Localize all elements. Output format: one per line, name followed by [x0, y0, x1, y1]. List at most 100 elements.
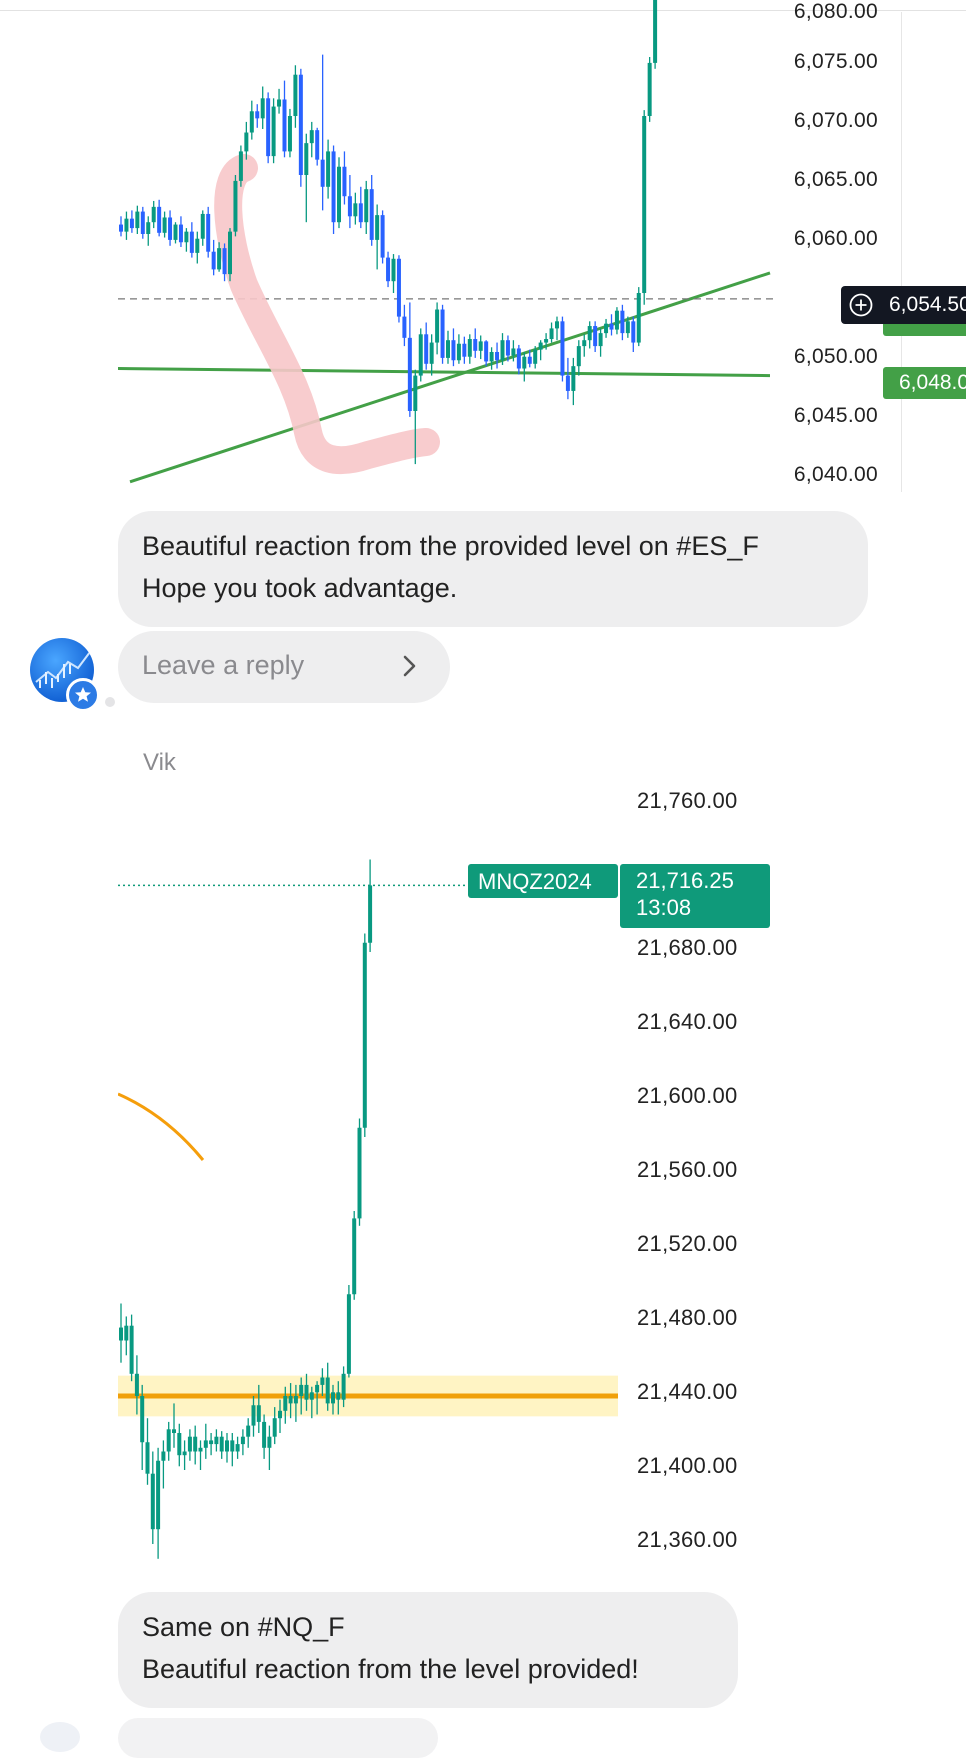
reply-button[interactable]: Leave a reply	[118, 631, 450, 703]
candle-body	[304, 143, 309, 175]
candle-body	[337, 166, 341, 223]
candle-body	[456, 343, 461, 361]
candle-body	[598, 333, 603, 347]
candle-body	[342, 166, 347, 197]
star-icon	[75, 687, 91, 702]
candle-body	[440, 309, 445, 358]
candle-body	[166, 1429, 171, 1452]
candle-body	[331, 151, 336, 223]
candle-body	[246, 1425, 251, 1437]
candle-body	[178, 224, 183, 243]
candle-body	[315, 130, 320, 160]
candle-body	[352, 1218, 357, 1295]
candle-body	[293, 1396, 298, 1404]
candle-body	[233, 180, 238, 232]
add-alert-icon[interactable]	[849, 293, 873, 317]
candle-body	[299, 1384, 304, 1396]
drawn-arc	[118, 1092, 205, 1161]
candle-body	[544, 339, 549, 343]
candle-body	[173, 224, 178, 240]
candle-body	[533, 349, 538, 364]
crosshair-price: 6,054.50	[889, 293, 966, 316]
candle-body	[240, 1436, 245, 1445]
candle-body	[309, 130, 314, 144]
price-tick: 21,400.00	[637, 1453, 738, 1478]
candle-body	[653, 0, 658, 63]
candle-body	[549, 328, 554, 340]
candle-body	[576, 346, 581, 367]
candle-body	[582, 340, 587, 347]
candle-body	[636, 293, 641, 343]
candle-body	[156, 1460, 161, 1530]
price-tick: 6,065.00	[793, 168, 878, 191]
candle-body	[162, 217, 167, 233]
admin-badge	[66, 678, 100, 712]
candle-body	[325, 1377, 330, 1404]
candle-body	[446, 340, 450, 358]
candle-body	[357, 1127, 362, 1219]
candle-body	[478, 341, 483, 351]
candle-body	[604, 323, 609, 334]
last-price-tag: 21,716.25 13:08	[620, 864, 770, 928]
candle-body	[177, 1433, 182, 1456]
candle-body	[255, 111, 260, 119]
candle-body	[184, 231, 189, 243]
candle-body	[198, 1447, 203, 1452]
candle-body	[642, 116, 647, 293]
candle-body	[272, 1418, 277, 1437]
message-bubble: Same on #NQ_F Beautiful reaction from th…	[118, 1592, 738, 1708]
candle-body	[435, 309, 440, 343]
candle-body	[293, 74, 298, 116]
price-tick: 21,640.00	[637, 1009, 738, 1034]
candle-body	[157, 206, 162, 233]
candle-body	[451, 340, 456, 361]
candle-body	[119, 1327, 123, 1341]
candle-body	[187, 1436, 192, 1452]
es-chart[interactable]: 6,080.00 6,075.00 6,070.00 6,065.00 6,06…	[118, 0, 966, 495]
candle-body	[538, 342, 543, 350]
candle-body	[283, 1396, 288, 1411]
candle-body	[495, 352, 500, 361]
candle-body	[266, 98, 271, 157]
candle-body	[298, 74, 303, 175]
message-bubble: Beautiful reaction from the provided lev…	[118, 511, 868, 627]
price-tick: 6,075.00	[793, 50, 878, 73]
candle-body	[267, 1436, 272, 1448]
candle-body	[260, 98, 265, 119]
candle-body	[489, 352, 494, 362]
candle-body	[402, 316, 407, 338]
candle-body	[505, 340, 510, 356]
candle-body	[614, 310, 619, 330]
candle-body	[256, 1405, 261, 1422]
candle-body	[238, 151, 243, 181]
candle-body	[230, 1440, 235, 1452]
candle-body	[124, 218, 129, 232]
price-axis-border	[901, 12, 902, 492]
candle-body	[331, 1392, 335, 1404]
candle-body	[217, 248, 222, 270]
candle-body	[219, 1436, 224, 1452]
price-tick: 21,480.00	[637, 1305, 738, 1330]
candle-body	[347, 196, 352, 217]
candle-body	[364, 189, 369, 223]
price-tick: 21,560.00	[637, 1157, 738, 1182]
candle-body	[146, 222, 151, 234]
price-tick-cut: 6,080.00	[793, 0, 878, 23]
candle-body	[560, 321, 565, 376]
candle-body	[358, 203, 363, 223]
candle-body	[320, 1377, 325, 1385]
candle-body	[522, 356, 527, 369]
candle-body	[625, 321, 630, 334]
candle-body	[380, 215, 385, 258]
candle-body	[304, 1384, 309, 1400]
candle-body	[287, 116, 292, 152]
message-line: Beautiful reaction from the provided lev…	[142, 531, 759, 561]
crosshair-price-tag[interactable]: 6,054.50	[841, 286, 966, 324]
message-line: Hope you took advantage.	[142, 573, 458, 603]
candle-body	[168, 217, 173, 240]
price-tick: 6,040.00	[793, 463, 878, 486]
candle-body	[620, 310, 625, 334]
candle-body	[424, 334, 429, 364]
candle-body	[206, 213, 211, 252]
nq-chart[interactable]: 21,760.00 21,680.00 21,640.00 21,600.00 …	[118, 770, 878, 1560]
